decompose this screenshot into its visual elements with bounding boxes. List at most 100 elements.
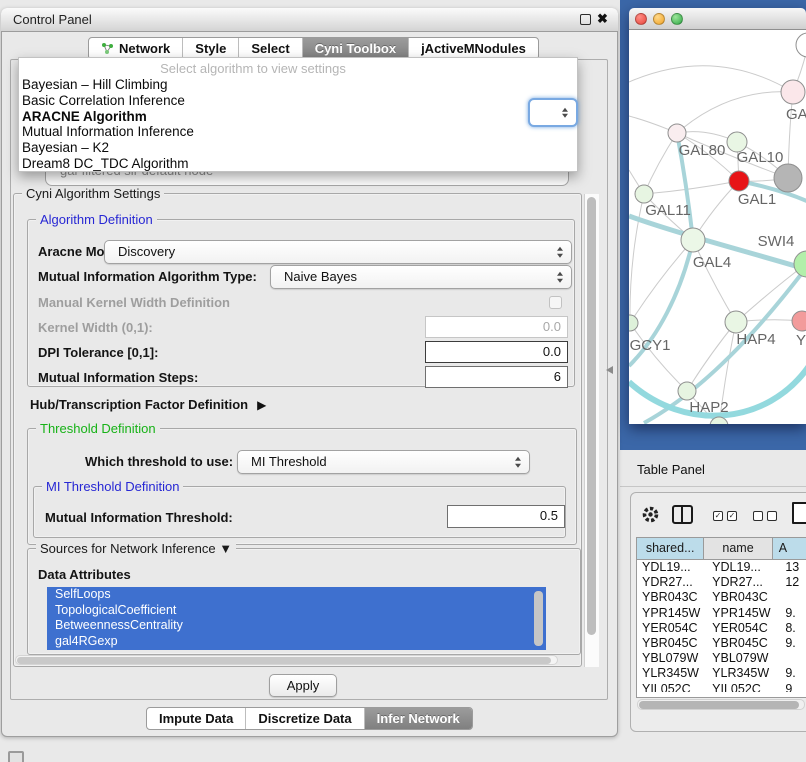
algorithm-option[interactable]: Mutual Information Inference — [22, 124, 574, 140]
network-node-GAL11[interactable] — [635, 185, 653, 203]
mi-threshold-field[interactable]: 0.5 — [447, 505, 565, 528]
table-horizontal-scrollbar-thumb[interactable] — [639, 701, 799, 709]
table-cell: YDR27... — [637, 575, 707, 590]
table-cell: 9. — [778, 606, 806, 621]
mi-threshold-definition-title: MI Threshold Definition — [42, 479, 183, 494]
close-panel-icon[interactable]: ✖ — [597, 11, 608, 27]
network-node-GAL1[interactable] — [729, 171, 749, 191]
tab-impute-data[interactable]: Impute Data — [147, 708, 245, 729]
table-cell — [778, 590, 806, 605]
which-threshold-combobox[interactable]: MI Threshold — [237, 450, 530, 474]
tab-select[interactable]: Select — [238, 38, 301, 59]
network-node-HAP2[interactable] — [678, 382, 696, 400]
which-threshold-label: Which threshold to use: — [85, 454, 233, 469]
column-header-shared-name[interactable]: shared... — [637, 538, 704, 559]
tab-label: Select — [251, 41, 289, 56]
data-attributes-list[interactable]: SelfLoopsTopologicalCoefficientBetweenne… — [47, 587, 546, 650]
table-cell: YBR045C — [707, 636, 778, 651]
table-cell: YBL079W — [637, 651, 707, 666]
network-node[interactable] — [796, 33, 806, 57]
algorithm-option[interactable]: Bayesian – K2 — [22, 140, 574, 156]
gear-icon[interactable] — [641, 505, 660, 524]
data-attribute-item[interactable]: SelfLoops — [47, 587, 546, 603]
table-cell: YBL079W — [707, 651, 778, 666]
table-panel-title: Table Panel — [637, 462, 705, 477]
table-cell: YIL052C — [637, 682, 707, 693]
algorithm-option[interactable]: ARACNE Algorithm — [22, 109, 574, 125]
tab-infer-network[interactable]: Infer Network — [364, 708, 472, 729]
table-row[interactable]: YDL19...YDL19...13 — [637, 560, 806, 575]
document-icon[interactable] — [792, 502, 806, 524]
focused-algorithm-combobox-fragment[interactable] — [528, 98, 578, 127]
algorithm-option[interactable]: Basic Correlation Inference — [22, 93, 574, 109]
table-row[interactable]: YIL052CYIL052C9 — [637, 682, 806, 693]
table-row[interactable]: YPR145WYPR145W9. — [637, 606, 806, 621]
data-attributes-label: Data Attributes — [38, 567, 131, 582]
hub-transcription-factor-expander[interactable]: Hub/Transcription Factor Definition ▶ — [30, 397, 266, 412]
data-attribute-item[interactable]: gal4RGexp — [47, 634, 546, 650]
manual-kernel-width-checkbox[interactable] — [549, 296, 562, 309]
control-panel-titlebar[interactable] — [1, 8, 618, 32]
combo-arrows-icon — [562, 107, 568, 118]
table-row[interactable]: YBR045CYBR045C9. — [637, 636, 806, 651]
tab-network[interactable]: Network — [89, 38, 182, 59]
table-row[interactable]: YDR27...YDR27...12 — [637, 575, 806, 590]
table-row[interactable]: YBR043CYBR043C — [637, 590, 806, 605]
split-columns-icon[interactable] — [672, 505, 693, 524]
control-panel-title: Control Panel — [13, 12, 92, 27]
network-node-GAL[interactable] — [781, 80, 805, 104]
column-header-name[interactable]: name — [704, 538, 772, 559]
table-cell: 12 — [778, 575, 806, 590]
network-canvas[interactable]: GALGAL80GAL10GAL1GAL11SWI4GAL4GCY1HAP4YH… — [629, 30, 806, 424]
settings-horizontal-scrollbar-thumb[interactable] — [17, 657, 551, 664]
network-node-GAL80[interactable] — [668, 124, 686, 142]
float-window-icon[interactable] — [580, 14, 591, 25]
table-cell: YPR145W — [637, 606, 707, 621]
tab-cyni-toolbox[interactable]: Cyni Toolbox — [302, 38, 408, 59]
table-row[interactable]: YER054CYER054C8. — [637, 621, 806, 636]
network-node-Y[interactable] — [792, 311, 806, 331]
network-node-GCY1[interactable] — [629, 315, 638, 331]
mi-steps-field[interactable]: 6 — [425, 366, 568, 388]
network-node-HAP4[interactable] — [725, 311, 747, 333]
minimized-panel-icon[interactable] — [8, 751, 24, 762]
node-table: shared... name A YDL19...YDL19...13YDR27… — [636, 537, 806, 698]
attributes-list-scrollbar-thumb[interactable] — [534, 591, 543, 646]
network-node-SWI4[interactable] — [794, 251, 806, 277]
algorithm-option[interactable]: Bayesian – Hill Climbing — [22, 77, 574, 93]
dpi-tolerance-label: DPI Tolerance [0,1]: — [38, 345, 158, 360]
algorithm-option[interactable]: Dream8 DC_TDC Algorithm — [22, 156, 574, 172]
close-traffic-light-icon[interactable] — [635, 13, 647, 25]
zoom-traffic-light-icon[interactable] — [671, 13, 683, 25]
select-all-checked-icon[interactable]: ✓ ✓ — [713, 511, 737, 521]
apply-button[interactable]: Apply — [269, 674, 337, 697]
select-none-unchecked-icon[interactable] — [753, 511, 777, 521]
settings-vertical-scrollbar-thumb[interactable] — [587, 197, 596, 635]
network-node[interactable] — [774, 164, 802, 192]
network-node-label: GAL11 — [645, 202, 691, 219]
tab-style[interactable]: Style — [182, 38, 238, 59]
mi-algorithm-type-label: Mutual Information Algorithm Type: — [38, 269, 257, 284]
network-window-titlebar[interactable] — [629, 8, 806, 30]
sources-group-title[interactable]: Sources for Network Inference ▼ — [36, 541, 236, 556]
panel-resize-handle-icon[interactable] — [606, 366, 613, 374]
tab-label: Network — [119, 41, 170, 56]
table-row[interactable]: YBL079WYBL079W — [637, 651, 806, 666]
kernel-width-field[interactable]: 0.0 — [425, 316, 568, 338]
table-cell: 9. — [778, 666, 806, 681]
network-node-label: GAL1 — [738, 191, 776, 208]
network-node-label: GAL4 — [693, 254, 731, 271]
tab-jactivemnodules[interactable]: jActiveMNodules — [408, 38, 538, 59]
kernel-width-label: Kernel Width (0,1): — [38, 320, 153, 335]
tab-discretize-data[interactable]: Discretize Data — [245, 708, 363, 729]
aracne-mode-combobox[interactable]: Discovery — [104, 240, 572, 264]
table-cell — [778, 651, 806, 666]
data-attribute-item[interactable]: TopologicalCoefficient — [47, 603, 546, 619]
dpi-tolerance-field[interactable]: 0.0 — [425, 341, 568, 363]
network-node-GAL4[interactable] — [681, 228, 705, 252]
column-header-cut[interactable]: A — [773, 538, 806, 559]
table-row[interactable]: YLR345WYLR345W9. — [637, 666, 806, 681]
mi-algorithm-type-combobox[interactable]: Naive Bayes — [270, 265, 572, 289]
minimize-traffic-light-icon[interactable] — [653, 13, 665, 25]
data-attribute-item[interactable]: BetweennessCentrality — [47, 618, 546, 634]
